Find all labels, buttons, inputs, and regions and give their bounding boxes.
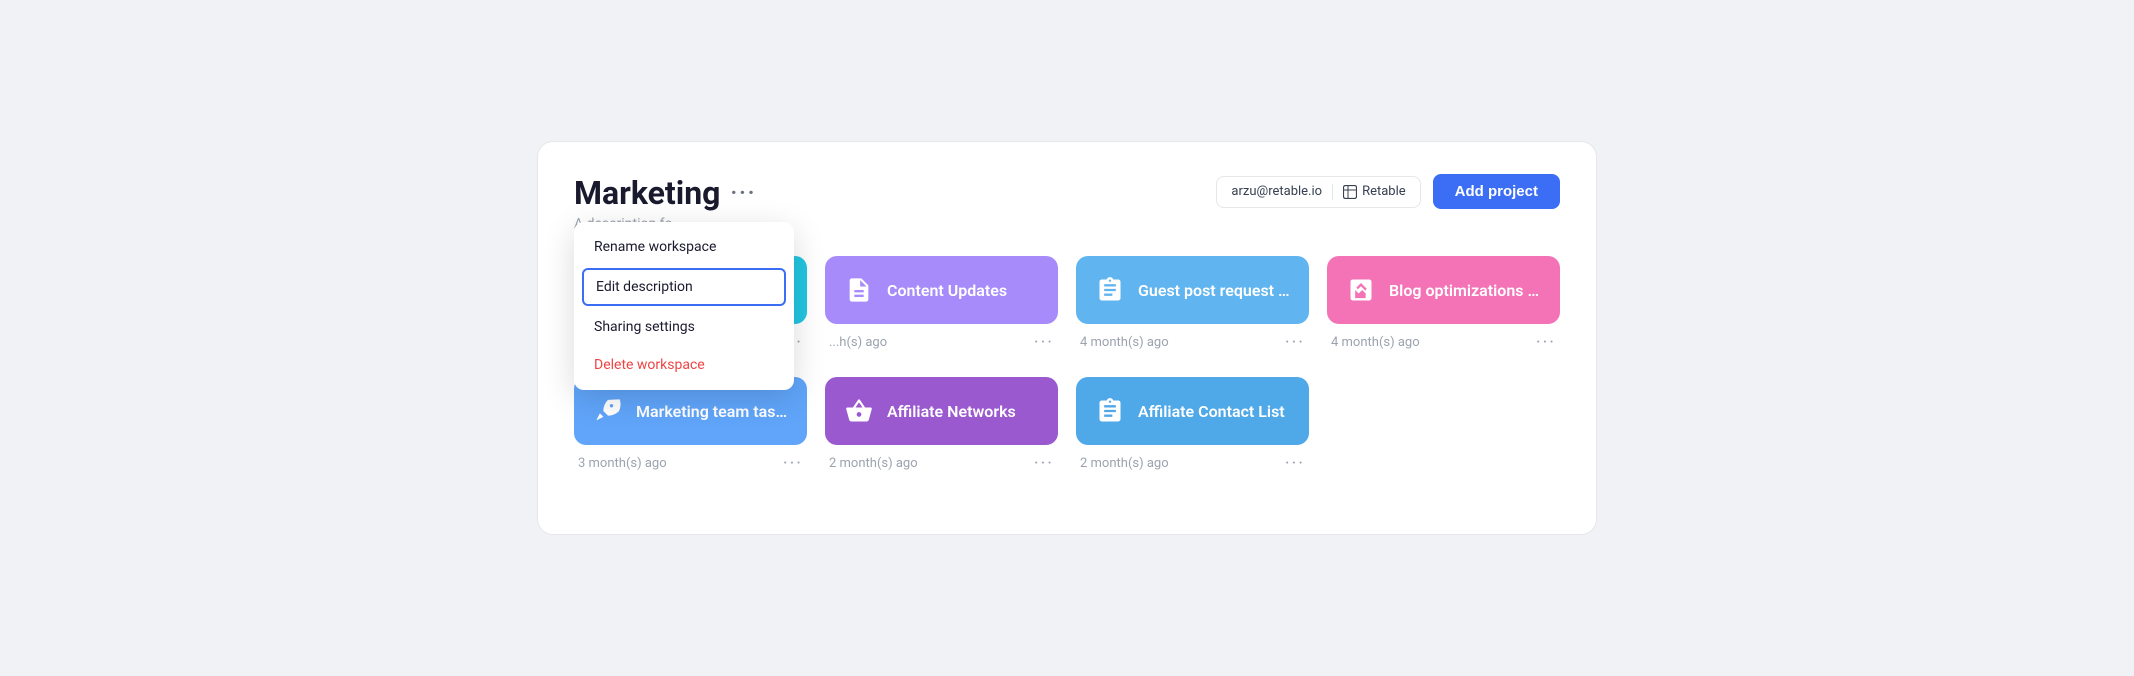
card-label-affiliate-networks: Affiliate Networks xyxy=(887,402,1016,421)
workspace-name: Marketing xyxy=(574,174,720,212)
card-icon-chart xyxy=(1345,274,1377,306)
card-wrapper-blog-opt: Blog optimizations resu... 4 month(s) ag… xyxy=(1327,256,1560,353)
workspace-menu-trigger[interactable]: ··· xyxy=(730,181,756,206)
card-more-blog-opt[interactable]: ··· xyxy=(1536,332,1556,353)
project-card-affiliate-networks[interactable]: Affiliate Networks xyxy=(825,377,1058,445)
card-time-blog-opt: 4 month(s) ago xyxy=(1331,335,1420,350)
project-card-blog-opt[interactable]: Blog optimizations resu... xyxy=(1327,256,1560,324)
card-more-affiliate-contact[interactable]: ··· xyxy=(1285,453,1305,474)
project-card-content-updates[interactable]: Content Updates xyxy=(825,256,1058,324)
workspace-dropdown-menu: Rename workspace Edit description Sharin… xyxy=(574,222,794,390)
card-wrapper-marketing-task: Marketing team task tr... 3 month(s) ago… xyxy=(574,377,807,474)
project-card-guest-post[interactable]: Guest post request form xyxy=(1076,256,1309,324)
card-time-content-updates: ...h(s) ago xyxy=(829,335,887,350)
user-email: arzu@retable.io xyxy=(1231,184,1322,199)
card-icon-rocket xyxy=(592,395,624,427)
card-footer-affiliate-networks: 2 month(s) ago ··· xyxy=(825,453,1058,474)
table-icon xyxy=(1343,185,1357,199)
dropdown-item-sharing[interactable]: Sharing settings xyxy=(574,308,794,346)
card-footer-affiliate-contact: 2 month(s) ago ··· xyxy=(1076,453,1309,474)
card-label-marketing-task: Marketing team task tr... xyxy=(636,402,789,421)
card-time-guest-post: 4 month(s) ago xyxy=(1080,335,1169,350)
header-right: arzu@retable.io Retable Add project xyxy=(1216,174,1560,209)
card-footer-guest-post: 4 month(s) ago ··· xyxy=(1076,332,1309,353)
dropdown-item-delete[interactable]: Delete workspace xyxy=(574,346,794,384)
card-more-content-updates[interactable]: ··· xyxy=(1034,332,1054,353)
workspace-title: Marketing ··· xyxy=(574,174,756,212)
card-label-affiliate-contact: Affiliate Contact List xyxy=(1138,402,1285,421)
header: Marketing ··· A description fo... Rename… xyxy=(574,174,1560,232)
card-time-affiliate-networks: 2 month(s) ago xyxy=(829,456,918,471)
card-more-affiliate-networks[interactable]: ··· xyxy=(1034,453,1054,474)
project-card-affiliate-contact[interactable]: Affiliate Contact List xyxy=(1076,377,1309,445)
user-info-bar: arzu@retable.io Retable xyxy=(1216,176,1420,208)
card-time-affiliate-contact: 2 month(s) ago xyxy=(1080,456,1169,471)
card-icon-clipboard2 xyxy=(1094,395,1126,427)
divider xyxy=(1332,184,1333,200)
card-label-content-updates: Content Updates xyxy=(887,281,1007,300)
card-footer-content-updates: ...h(s) ago ··· xyxy=(825,332,1058,353)
card-more-marketing-task[interactable]: ··· xyxy=(783,453,803,474)
card-footer-marketing-task: 3 month(s) ago ··· xyxy=(574,453,807,474)
card-footer-blog-opt: 4 month(s) ago ··· xyxy=(1327,332,1560,353)
header-left: Marketing ··· A description fo... Rename… xyxy=(574,174,756,232)
card-wrapper-affiliate-networks: Affiliate Networks 2 month(s) ago ··· xyxy=(825,377,1058,474)
card-label-blog-opt: Blog optimizations resu... xyxy=(1389,281,1542,300)
card-icon-document xyxy=(843,274,875,306)
card-wrapper-guest-post: Guest post request form 4 month(s) ago ·… xyxy=(1076,256,1309,353)
add-project-button[interactable]: Add project xyxy=(1433,174,1560,209)
card-wrapper-content-updates: Content Updates ...h(s) ago ··· xyxy=(825,256,1058,353)
card-time-marketing-task: 3 month(s) ago xyxy=(578,456,667,471)
dropdown-item-rename[interactable]: Rename workspace xyxy=(574,228,794,266)
card-wrapper-affiliate-contact: Affiliate Contact List 2 month(s) ago ··… xyxy=(1076,377,1309,474)
retable-label: Retable xyxy=(1343,184,1406,199)
cards-row-2: Marketing team task tr... 3 month(s) ago… xyxy=(574,377,1560,474)
card-more-guest-post[interactable]: ··· xyxy=(1285,332,1305,353)
dropdown-item-edit-desc[interactable]: Edit description xyxy=(582,268,786,306)
card-label-guest-post: Guest post request form xyxy=(1138,281,1291,300)
card-icon-basket xyxy=(843,395,875,427)
card-icon-clipboard xyxy=(1094,274,1126,306)
workspace-container: Marketing ··· A description fo... Rename… xyxy=(537,141,1597,535)
